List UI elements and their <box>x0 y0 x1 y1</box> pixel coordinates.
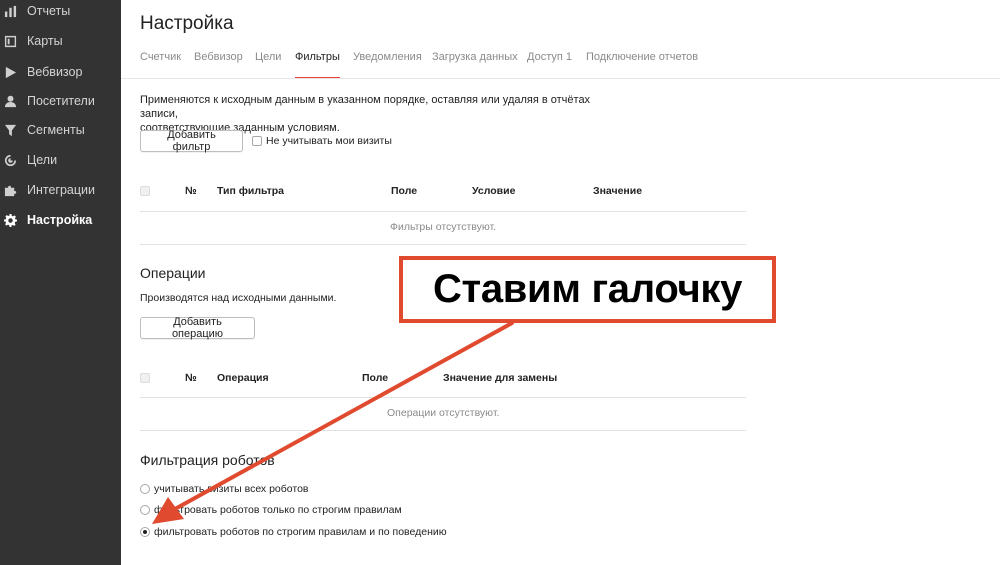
header-divider <box>121 78 1000 79</box>
filters-select-all-checkbox[interactable] <box>140 186 150 196</box>
annotation-callout: Ставим галочку <box>399 256 776 323</box>
robots-option-all-radio[interactable] <box>140 484 150 494</box>
filters-col-number: № <box>185 185 197 197</box>
filters-table-divider <box>140 244 746 245</box>
tab-goals[interactable]: Цели <box>255 51 281 79</box>
sidebar-item-reports[interactable]: Отчеты <box>0 0 121 24</box>
operations-table-divider <box>140 397 746 398</box>
gear-icon <box>3 213 17 227</box>
tab-counter[interactable]: Счетчик <box>140 51 181 79</box>
add-filter-button[interactable]: Добавить фильтр <box>140 129 243 153</box>
sidebar: Отчеты Карты Вебвизор Посетители Сегмент… <box>0 0 121 565</box>
sidebar-item-label: Сегменты <box>27 123 85 137</box>
sidebar-item-settings[interactable]: Настройка <box>0 207 121 233</box>
sidebar-item-label: Вебвизор <box>27 65 83 79</box>
operations-col-operation: Операция <box>217 372 269 384</box>
target-icon <box>3 153 17 167</box>
annotation-callout-text: Ставим галочку <box>432 267 743 311</box>
tab-data-upload[interactable]: Загрузка данных <box>432 51 518 79</box>
tab-notifications[interactable]: Уведомления <box>353 51 422 79</box>
robots-option-label[interactable]: фильтровать роботов по строгим правилам … <box>154 526 447 538</box>
operations-description: Производятся над исходными данными. <box>140 292 337 304</box>
sidebar-item-label: Цели <box>27 153 58 167</box>
operations-col-field: Поле <box>362 372 389 384</box>
tab-report-connection[interactable]: Подключение отчетов <box>586 51 698 79</box>
operations-title: Операции <box>140 265 206 281</box>
sidebar-item-integrations[interactable]: Интеграции <box>0 177 121 203</box>
operations-select-all-checkbox[interactable] <box>140 373 150 383</box>
robots-option-strict-radio[interactable] <box>140 505 150 515</box>
tab-webvisor[interactable]: Вебвизор <box>194 51 243 79</box>
sidebar-item-maps[interactable]: Карты <box>0 28 121 54</box>
map-icon <box>3 34 17 48</box>
ignore-my-visits-label[interactable]: Не учитывать мои визиты <box>266 134 392 148</box>
sidebar-item-goals[interactable]: Цели <box>0 147 121 173</box>
filters-col-condition: Условие <box>472 185 516 197</box>
play-icon <box>3 65 17 79</box>
tab-access[interactable]: Доступ 1 <box>527 51 572 79</box>
filters-col-value: Значение <box>593 185 643 197</box>
filters-empty-message: Фильтры отсутствуют. <box>390 221 497 233</box>
sidebar-item-visitors[interactable]: Посетители <box>0 88 121 114</box>
puzzle-icon <box>3 183 17 197</box>
sidebar-item-segments[interactable]: Сегменты <box>0 117 121 143</box>
robots-option-label[interactable]: фильтровать роботов только по строгим пр… <box>154 504 402 516</box>
sidebar-item-label: Карты <box>27 34 63 48</box>
page-title: Настройка <box>140 13 234 34</box>
filters-table-divider <box>140 211 746 212</box>
sidebar-item-webvisor[interactable]: Вебвизор <box>0 59 121 85</box>
sidebar-item-label: Отчеты <box>27 4 71 18</box>
operations-table-divider <box>140 430 746 431</box>
tab-filters[interactable]: Фильтры <box>295 51 340 79</box>
user-icon <box>3 94 17 108</box>
robots-option-strict-behavior-radio[interactable] <box>140 527 150 537</box>
robots-title: Фильтрация роботов <box>140 452 275 468</box>
operations-col-number: № <box>185 372 197 384</box>
sidebar-item-label: Посетители <box>27 94 95 108</box>
filter-icon <box>3 123 17 137</box>
filters-description-line: Применяются к исходным данным в указанно… <box>140 94 591 120</box>
ignore-my-visits-checkbox[interactable] <box>252 136 262 146</box>
operations-col-replace-value: Значение для замены <box>443 372 558 384</box>
operations-empty-message: Операции отсутствуют. <box>387 407 500 419</box>
filters-col-field: Поле <box>391 185 418 197</box>
sidebar-item-label: Настройка <box>27 213 93 227</box>
add-operation-button[interactable]: Добавить операцию <box>140 316 255 340</box>
sidebar-item-label: Интеграции <box>27 183 96 197</box>
filters-col-type: Тип фильтра <box>217 185 284 197</box>
robots-option-label[interactable]: учитывать визиты всех роботов <box>154 483 309 495</box>
bar-chart-icon <box>3 4 17 18</box>
